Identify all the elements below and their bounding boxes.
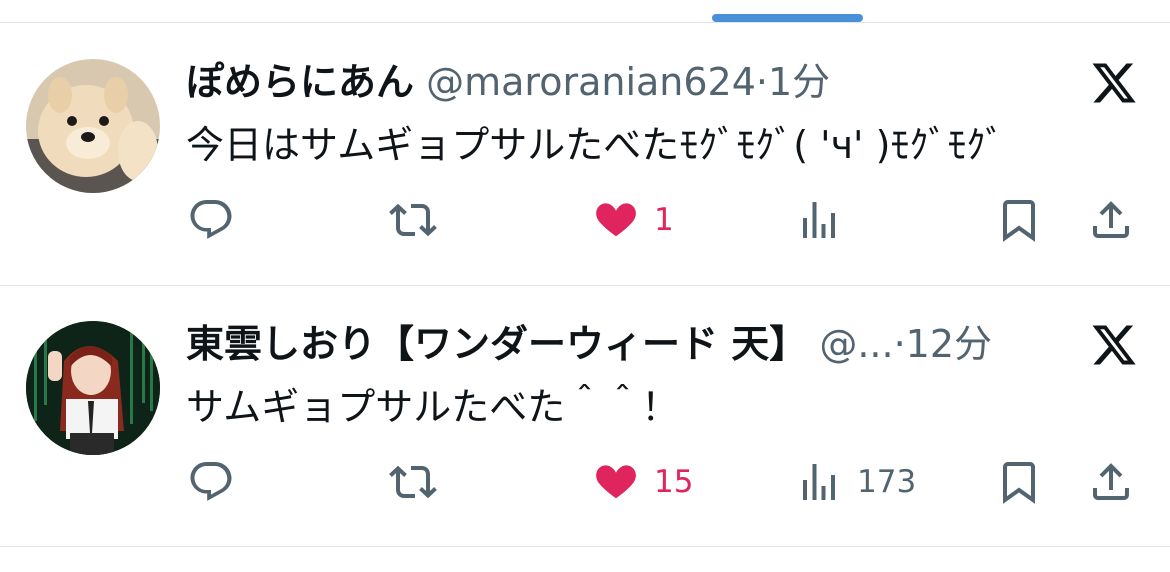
views-button[interactable] [795,195,857,245]
separator-dot: · [755,60,768,104]
tweet-text: 今日はサムギョプサルたべたﾓｸﾞﾓｸﾞ( 'ч' )ﾓｸﾞﾓｸﾞ [186,123,1005,167]
like-button[interactable]: 1 [592,195,674,245]
like-count: 15 [654,464,694,500]
tweet-actions: 15 173 [0,457,1170,507]
reply-icon [190,462,232,501]
tweet-card[interactable]: 東雲しおり【ワンダーウィード 天】 @...·12分 サムギョプサルたべた＾＾！… [0,285,1170,547]
display-name[interactable]: ぽめらにあん [186,60,414,104]
share-icon [1093,201,1129,238]
timestamp[interactable]: 12分 [906,322,992,366]
retweet-button[interactable] [389,195,437,245]
tweet-header: 東雲しおり【ワンダーウィード 天】 @...·12分 [186,319,992,369]
bookmark-icon [1003,462,1035,504]
idol-photo-avatar-image [26,321,160,455]
retweet-icon [389,465,437,499]
view-count: 173 [857,464,917,500]
tweet-text: サムギョプサルたべた＾＾！ [186,385,680,429]
share-icon [1093,463,1129,500]
share-button[interactable] [1087,457,1135,507]
avatar[interactable] [26,59,160,193]
views-icon [803,464,835,500]
views-button[interactable]: 173 [795,457,916,507]
retweet-button[interactable] [389,457,437,507]
views-icon [803,202,835,238]
handle[interactable]: @maroranian624 [426,60,756,104]
scroll-indicator [712,14,863,22]
bookmark-button[interactable] [995,457,1043,507]
reply-button[interactable] [187,195,235,245]
pomeranian-dog-avatar-image [26,59,160,193]
share-button[interactable] [1087,195,1135,245]
x-logo-icon [1092,325,1136,365]
like-count: 1 [654,202,674,238]
retweet-icon [389,203,437,237]
reply-button[interactable] [187,457,235,507]
tweet-actions: 1 [0,195,1170,245]
like-icon [596,465,636,499]
reply-icon [190,200,232,239]
like-icon [596,203,636,237]
like-button[interactable]: 15 [592,457,693,507]
bookmark-icon [1003,200,1035,242]
handle[interactable]: @... [819,322,893,366]
tweet-header: ぽめらにあん @maroranian624·1分 [186,57,830,107]
timestamp[interactable]: 1分 [768,60,830,104]
separator-dot: · [893,322,906,366]
tweet-card[interactable]: ぽめらにあん @maroranian624·1分 今日はサムギョプサルたべたﾓｸ… [0,23,1170,286]
display-name[interactable]: 東雲しおり【ワンダーウィード 天】 [186,322,807,366]
x-logo-icon [1092,63,1136,103]
bookmark-button[interactable] [995,195,1043,245]
avatar[interactable] [26,321,160,455]
